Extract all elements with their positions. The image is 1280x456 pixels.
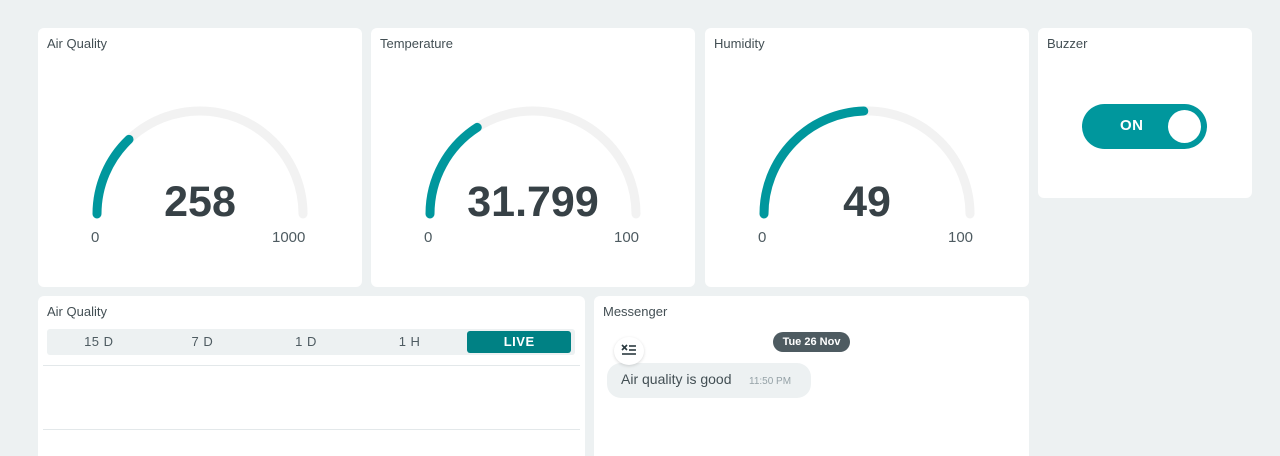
message-time: 11:50 PM bbox=[749, 376, 792, 387]
gauge-dial bbox=[92, 106, 308, 219]
message-date-badge: Tue 26 Nov bbox=[773, 332, 850, 352]
humidity-gauge-widget: Humidity 49 0 100 bbox=[705, 28, 1029, 287]
message-text: Air quality is good bbox=[621, 371, 732, 387]
message-bubble: Air quality is good 11:50 PM bbox=[607, 363, 811, 398]
range-tab-15d[interactable]: 15 D bbox=[47, 329, 151, 355]
gauge-min-label: 0 bbox=[758, 229, 767, 246]
clear-messages-button[interactable] bbox=[614, 337, 644, 365]
widget-title: Air Quality bbox=[47, 304, 107, 319]
widget-title: Buzzer bbox=[1047, 36, 1088, 51]
range-tab-7d[interactable]: 7 D bbox=[151, 329, 255, 355]
gauge-value: 258 bbox=[164, 178, 236, 226]
gauge-max-label: 100 bbox=[948, 229, 974, 246]
messenger-widget: Messenger Tue 26 Nov Air quality is good… bbox=[594, 296, 1029, 456]
time-range-selector: 15 D 7 D 1 D 1 H LIVE bbox=[47, 329, 575, 355]
gauge-value: 49 bbox=[843, 178, 891, 226]
buzzer-toggle-switch[interactable]: ON bbox=[1082, 104, 1207, 149]
range-tab-1h[interactable]: 1 H bbox=[358, 329, 462, 355]
temperature-gauge-widget: Temperature 31.799 0 100 bbox=[371, 28, 695, 287]
gauge-min-label: 0 bbox=[424, 229, 433, 246]
switch-state-label: ON bbox=[1120, 117, 1144, 134]
clear-messages-icon bbox=[621, 344, 636, 355]
chart-gridline bbox=[43, 365, 580, 366]
air-quality-gauge-widget: Air Quality 258 0 1000 bbox=[38, 28, 362, 287]
gauge-max-label: 100 bbox=[614, 229, 640, 246]
widget-title: Messenger bbox=[603, 304, 668, 319]
gauge-dial bbox=[425, 106, 641, 219]
buzzer-widget: Buzzer ON bbox=[1038, 28, 1252, 198]
chart-gridline bbox=[43, 429, 580, 430]
range-tab-1d[interactable]: 1 D bbox=[254, 329, 358, 355]
gauge-min-label: 0 bbox=[91, 229, 100, 246]
air-quality-chart-widget: Air Quality 15 D 7 D 1 D 1 H LIVE bbox=[38, 296, 585, 456]
gauge-value: 31.799 bbox=[467, 178, 599, 226]
switch-knob bbox=[1168, 110, 1201, 143]
gauge-dial bbox=[759, 106, 975, 219]
gauge-max-label: 1000 bbox=[272, 229, 306, 246]
range-tab-live[interactable]: LIVE bbox=[467, 331, 571, 353]
